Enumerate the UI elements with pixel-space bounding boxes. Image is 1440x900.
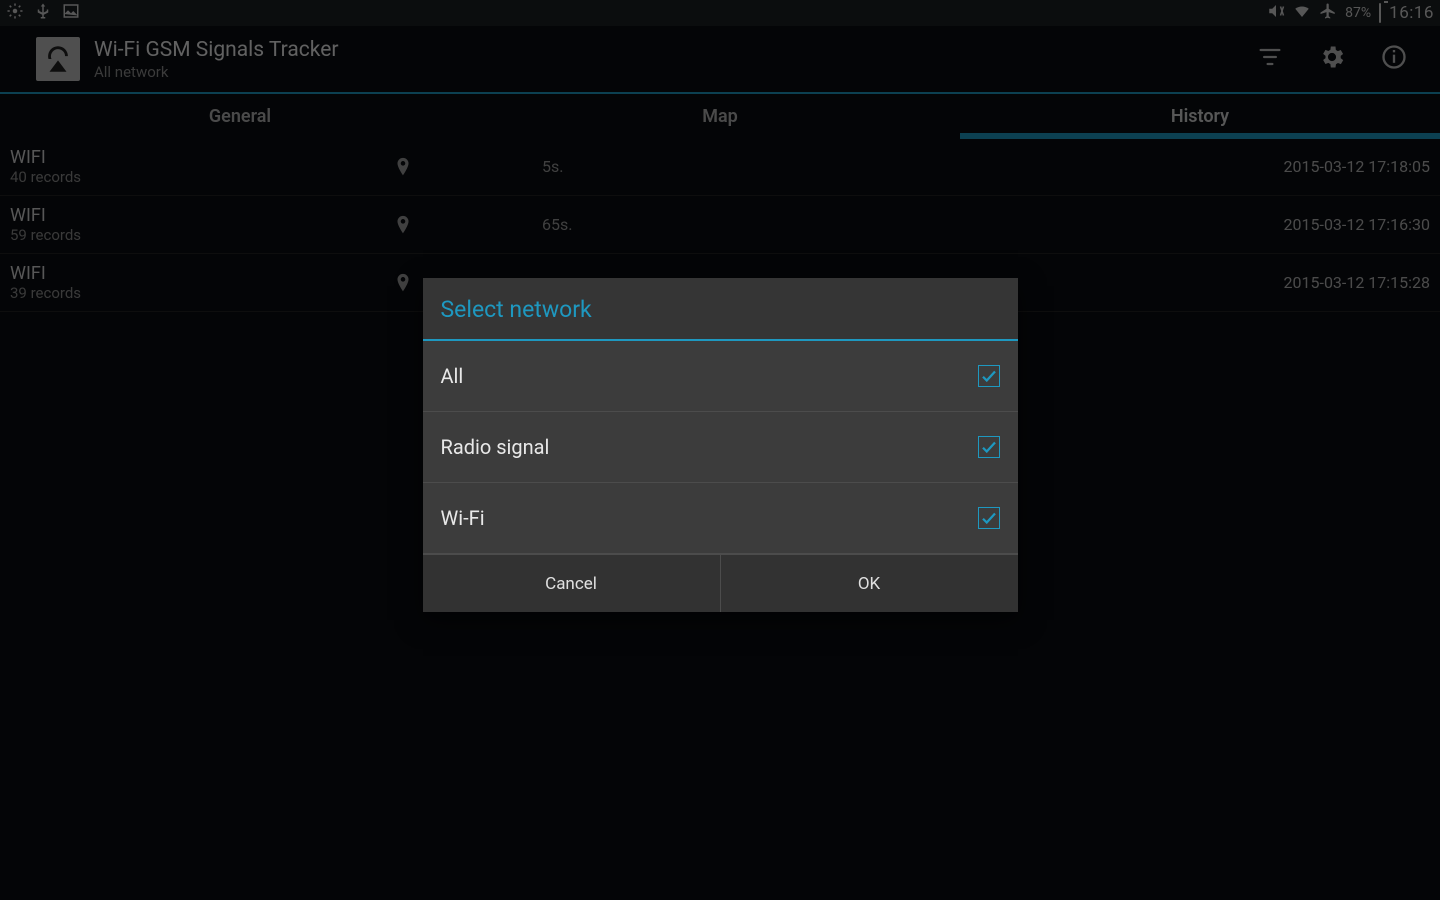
option-label: All (441, 364, 978, 388)
dialog-option-all[interactable]: All (423, 341, 1018, 412)
ok-button[interactable]: OK (721, 555, 1018, 612)
dialog-option-radio[interactable]: Radio signal (423, 412, 1018, 483)
cancel-button[interactable]: Cancel (423, 555, 720, 612)
dialog-title: Select network (441, 296, 1000, 323)
select-network-dialog: Select network All Radio signal Wi-Fi Ca… (423, 278, 1018, 612)
checkbox-icon[interactable] (978, 365, 1000, 387)
option-label: Radio signal (441, 435, 978, 459)
dialog-scrim[interactable]: Select network All Radio signal Wi-Fi Ca… (0, 0, 1440, 900)
checkbox-icon[interactable] (978, 507, 1000, 529)
checkbox-icon[interactable] (978, 436, 1000, 458)
option-label: Wi-Fi (441, 506, 978, 530)
dialog-option-wifi[interactable]: Wi-Fi (423, 483, 1018, 554)
